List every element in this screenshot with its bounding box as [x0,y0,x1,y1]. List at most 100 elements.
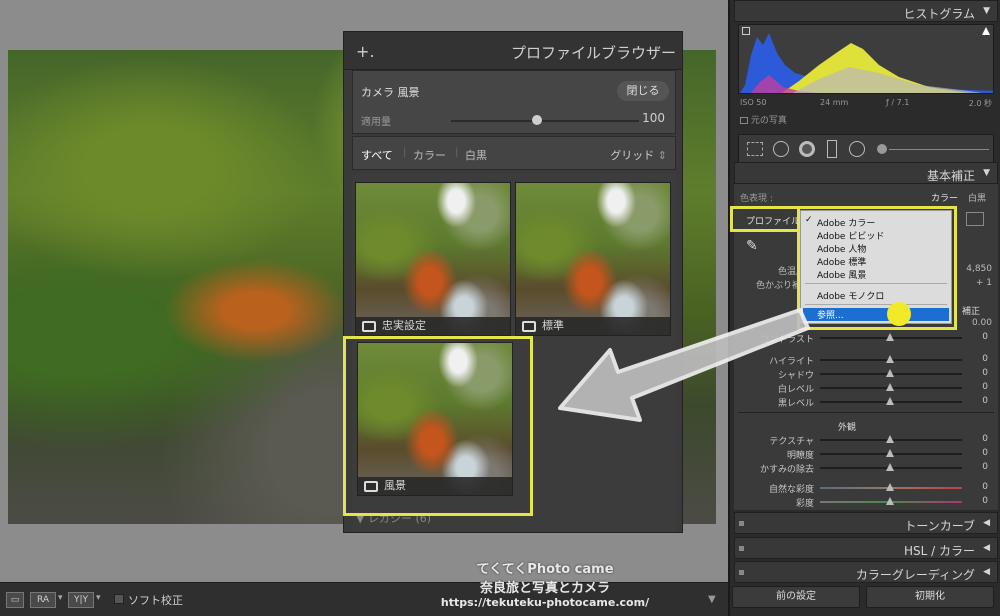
checkbox-icon [740,117,748,124]
landscape-thumb-highlight [343,336,533,516]
slider-value: 0 [982,368,988,378]
histogram-header[interactable]: ヒストグラム ▼ [734,0,998,22]
tool-slider-track[interactable] [889,149,989,150]
before-after-button[interactable]: RA [30,592,56,608]
slider-value: 0 [982,496,988,506]
slider-value: 0 [982,396,988,406]
profile-filter-bar: すべて | カラー | 白黒 グリッド ⇕ [352,136,676,170]
close-button[interactable]: 閉じる [617,81,669,101]
amount-slider-track[interactable] [451,120,639,122]
eyedropper-icon[interactable]: ✎ [746,238,760,256]
panel-switch-icon[interactable] [739,521,744,526]
filter-tab-bw[interactable]: 白黒 [465,147,487,163]
profile-label-highlight [730,206,800,232]
slider-value: 0 [982,332,988,342]
tone-curve-header[interactable]: トーンカーブ ◀ [734,512,998,534]
shutter-speed: 2.0 秒 [968,99,992,108]
basic-title: 基本補正 [926,169,975,183]
previous-settings-button[interactable]: 前の設定 [732,586,860,608]
vibrance-slider[interactable]: 自然な彩度 0 [752,482,990,495]
bottom-button-bar: 前の設定 初期化 [732,586,996,610]
slider-value: 0 [982,382,988,392]
slider-label: 明瞭度 [786,451,814,461]
slider-thumb[interactable] [886,355,894,363]
crop-icon[interactable] [747,142,763,156]
amount-slider-thumb[interactable] [532,115,542,125]
chevron-down-icon[interactable]: ▾ [58,593,63,603]
view-mode-label: グリッド [610,149,655,162]
shadow-clipping-icon[interactable] [742,27,750,35]
wb-tint-value: + 1 [975,278,992,288]
histogram-meta: ISO 50 24 mm ƒ / 7.1 2.0 秒 [738,96,994,110]
watermark-line3: https://tekuteku-photocame.com/ [440,596,650,609]
spot-removal-icon[interactable] [773,141,789,157]
slider-thumb[interactable] [886,383,894,391]
slider-value: 0 [982,448,988,458]
arrow-annotation [558,308,810,422]
slider-thumb[interactable] [886,435,894,443]
reset-button[interactable]: 初期化 [866,586,994,608]
slider-thumb[interactable] [886,449,894,457]
aperture: ƒ / 7.1 [886,98,910,107]
brush-icon[interactable] [877,144,887,154]
chevron-down-icon[interactable]: ▾ [96,593,101,603]
add-profile-icon[interactable]: +. [356,42,375,61]
original-photo-toggle[interactable]: 元の写真 [740,113,787,126]
red-eye-icon[interactable] [799,141,815,157]
graduated-filter-icon[interactable] [827,140,837,158]
soft-proof-label: ソフト校正 [128,594,183,607]
hsl-header[interactable]: HSL / カラー ◀ [734,537,998,559]
slider-thumb[interactable] [886,397,894,405]
dehaze-slider[interactable]: かすみの除去 0 [752,462,990,475]
tone-head: 補正 [962,307,981,317]
slider-label: 自然な彩度 [768,485,814,495]
highlight-clipping-icon[interactable] [982,27,990,35]
panel-switch-icon[interactable] [739,570,744,575]
slider-value: 0 [982,434,988,444]
profile-browser-grid-icon[interactable] [966,212,984,226]
camera-icon [522,321,536,332]
exposure-value: 0.00 [971,318,992,328]
saturation-slider[interactable]: 彩度 0 [752,496,990,509]
arrow-shape [558,308,810,422]
toolbar-menu-chevron-icon[interactable]: ▼ [708,594,716,605]
original-photo-label: 元の写真 [750,116,787,126]
hsl-title: HSL / カラー [904,544,975,558]
panel-switch-icon[interactable] [739,546,744,551]
triangle-left-icon: ◀ [983,567,990,577]
profile-thumb-faithful[interactable]: 忠実設定 [355,182,511,336]
slider-thumb[interactable] [886,369,894,377]
watermark-line1: てくてくPhoto came [476,562,614,577]
basic-header[interactable]: 基本補正 ▼ [734,162,998,184]
triangle-down-icon: ▼ [983,6,990,16]
before-after-split-button[interactable]: Y|Y [68,592,94,608]
soft-proof-checkbox[interactable] [114,594,124,604]
profile-browser-title: プロファイルブラウザー [510,44,676,62]
watermark-line2: 奈良旅と写真とカメラ [479,581,610,596]
treatment-color-button[interactable]: カラー [931,191,958,204]
treatment-bw-button[interactable]: 白黒 [968,191,986,204]
histogram-graph [740,33,993,93]
view-mode-select[interactable]: グリッド ⇕ [610,147,667,163]
color-grading-header[interactable]: カラーグレーディング ◀ [734,561,998,583]
filter-tab-color[interactable]: カラー [413,147,446,163]
slider-thumb[interactable] [886,483,894,491]
slider-label: かすみの除去 [759,465,814,475]
tool-strip [738,134,994,164]
slider-label: 彩度 [795,499,814,509]
triangle-left-icon: ◀ [983,543,990,553]
texture-slider[interactable]: テクスチャ 0 [752,434,990,447]
radial-filter-icon[interactable] [849,141,865,157]
thumb-label: 忠実設定 [382,319,426,332]
loupe-view-button[interactable]: ▭ [6,592,24,608]
slider-thumb[interactable] [886,463,894,471]
triangle-down-icon: ▼ [983,168,990,178]
clarity-slider[interactable]: 明瞭度 0 [752,448,990,461]
filter-tab-all[interactable]: すべて [361,147,393,163]
tone-curve-title: トーンカーブ [904,519,975,533]
iso-value: ISO 50 [740,98,767,107]
slider-thumb[interactable] [886,333,894,341]
slider-thumb[interactable] [886,497,894,505]
current-profile-box: カメラ 風景 閉じる 適用量 100 [352,70,676,134]
thumb-label-bar [356,317,510,335]
